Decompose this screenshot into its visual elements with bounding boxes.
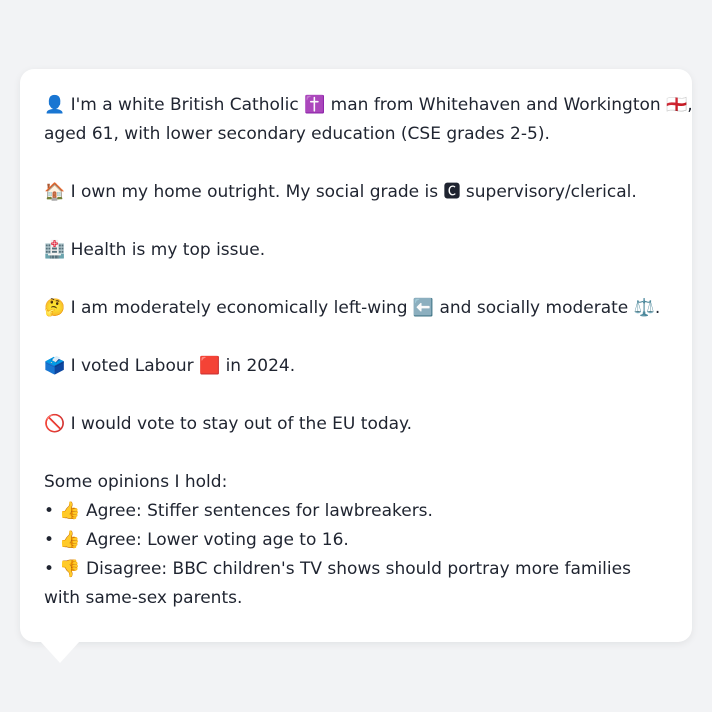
vote-paragraph: 🗳️ I voted Labour 🟥 in 2024. [44,352,668,381]
opinions-heading: Some opinions I hold: [44,472,228,492]
identity-paragraph: 👤 I'm a white British Catholic ✝️ man fr… [44,91,693,149]
vote-line: 🗳️ I voted Labour 🟥 in 2024. [44,356,296,376]
issue-paragraph: 🏥 Health is my top issue. [44,236,668,265]
identity-line-1: 👤 I'm a white British Catholic ✝️ man fr… [44,95,693,115]
ideology-line: 🤔 I am moderately economically left-wing… [44,298,661,318]
eu-line: 🚫 I would vote to stay out of the EU tod… [44,414,413,434]
home-line: 🏠 I own my home outright. My social grad… [44,182,637,202]
identity-line-2: aged 61, with lower secondary education … [44,124,550,144]
opinion-item: • 👍 Agree: Stiffer sentences for lawbrea… [44,501,433,521]
opinion-item: • 👎 Disagree: BBC children's TV shows sh… [44,559,631,608]
bubble-tail [40,641,80,663]
message-bubble: 👤 I'm a white British Catholic ✝️ man fr… [20,69,693,642]
eu-paragraph: 🚫 I would vote to stay out of the EU tod… [44,410,668,439]
issue-line: 🏥 Health is my top issue. [44,240,266,260]
home-paragraph: 🏠 I own my home outright. My social grad… [44,178,668,207]
opinion-item: • 👍 Agree: Lower voting age to 16. [44,530,349,550]
ideology-paragraph: 🤔 I am moderately economically left-wing… [44,294,668,323]
opinions-section: Some opinions I hold: • 👍 Agree: Stiffer… [44,468,668,613]
